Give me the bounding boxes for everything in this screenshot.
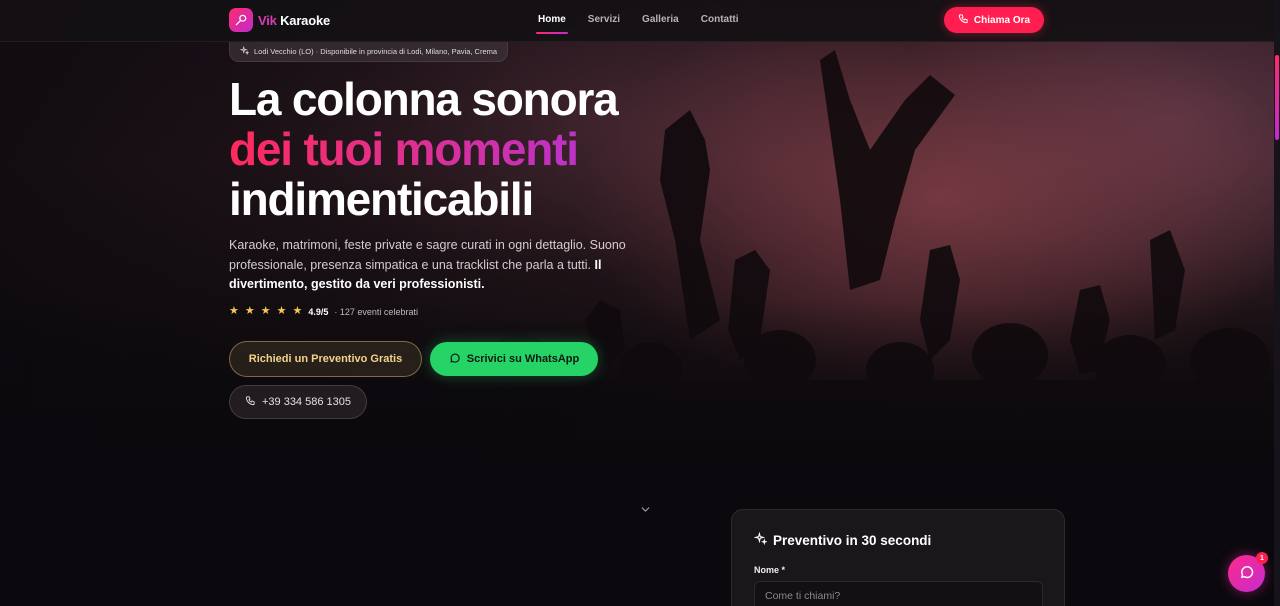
brand-logo[interactable]: Vik Karaoke	[229, 8, 330, 32]
hero-fade	[0, 300, 1280, 470]
brand-name: Vik Karaoke	[258, 13, 330, 28]
headline-line-2-gradient: dei tuoi momenti	[229, 124, 618, 174]
rating-row: ★ ★ ★ ★ ★ 4.9/5 · 127 eventi celebrati	[229, 306, 418, 317]
phone-icon	[245, 395, 256, 409]
headline-line-3: indimenticabili	[229, 173, 534, 225]
microphone-icon	[229, 8, 253, 32]
call-now-label: Chiama Ora	[973, 14, 1031, 26]
chat-bubble-icon	[1239, 564, 1255, 583]
name-input[interactable]	[754, 581, 1043, 606]
nav-link-galleria[interactable]: Galleria	[642, 14, 679, 25]
phone-icon	[958, 13, 969, 27]
name-field-label: Nome *	[754, 565, 786, 575]
scrollbar-thumb[interactable]	[1275, 55, 1279, 140]
top-navbar: Vik Karaoke Home Servizi Galleria Contat…	[0, 0, 1280, 42]
location-text: Lodi Vecchio (LO) · Disponibile in provi…	[254, 47, 498, 56]
quote-card-title: Preventivo in 30 secondi	[753, 531, 932, 548]
chat-notification-badge: 1	[1256, 552, 1268, 564]
brand-suffix: Karaoke	[280, 12, 331, 28]
location-pill: Lodi Vecchio (LO) · Disponibile in provi…	[229, 42, 509, 62]
star-icon: ★	[244, 305, 255, 317]
star-icon: ★	[260, 305, 271, 317]
hero-subtitle: Karaoke, matrimoni, feste private e sagr…	[229, 236, 649, 295]
whatsapp-button[interactable]: Scrivici su WhatsApp	[430, 342, 598, 376]
main-menu: Home Servizi Galleria Contatti	[536, 14, 739, 34]
request-quote-button[interactable]: Richiedi un Preventivo Gratis	[229, 341, 422, 377]
star-rating: ★ ★ ★ ★ ★	[229, 306, 302, 317]
rating-detail: · 127 eventi celebrati	[334, 306, 418, 317]
sparkles-icon	[239, 45, 250, 57]
subtitle-text: Karaoke, matrimoni, feste private e sagr…	[229, 238, 626, 272]
phone-number-button[interactable]: +39 334 586 1305	[229, 385, 367, 419]
sparkles-icon	[753, 531, 768, 548]
phone-number: +39 334 586 1305	[261, 396, 351, 408]
whatsapp-icon	[449, 352, 461, 367]
nav-link-contatti[interactable]: Contatti	[701, 14, 739, 25]
star-icon: ★	[292, 305, 303, 317]
headline-line-1: La colonna sonora	[229, 73, 619, 125]
brand-prefix: Vik	[258, 12, 277, 28]
rating-score: 4.9/5	[308, 306, 329, 317]
nav-link-servizi[interactable]: Servizi	[588, 14, 620, 25]
whatsapp-label: Scrivici su WhatsApp	[466, 353, 580, 365]
nav-link-home[interactable]: Home	[536, 14, 568, 34]
quick-quote-card: Preventivo in 30 secondi Nome *	[731, 509, 1065, 606]
star-icon: ★	[229, 305, 239, 317]
call-now-button[interactable]: Chiama Ora	[944, 7, 1044, 33]
star-icon: ★	[276, 305, 287, 317]
quote-card-title-text: Preventivo in 30 secondi	[773, 532, 932, 548]
chevron-down-icon[interactable]	[639, 503, 652, 521]
hero-headline: La colonna sonora dei tuoi momenti indim…	[229, 73, 619, 225]
